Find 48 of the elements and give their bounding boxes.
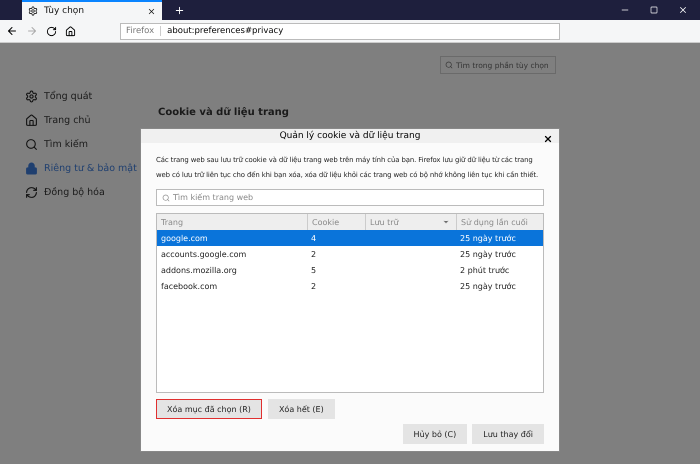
sidebar-item[interactable]: Đồng bộ hóa: [25, 186, 140, 199]
table-cell: 2: [311, 282, 316, 290]
search-field[interactable]: Tìm kiếm trang web: [156, 189, 544, 206]
home-icon: [25, 114, 38, 127]
section-title: Cookie và dữ liệu trang: [158, 107, 290, 118]
search-icon: [25, 138, 38, 151]
search-icon: [162, 194, 170, 202]
address-bar[interactable]: Firefox about:preferences#privacy: [120, 22, 560, 40]
sidebar-item[interactable]: Trang chủ: [25, 114, 140, 127]
table-cell: 2 phút trước: [460, 266, 510, 274]
table-cell: 25 ngày trước: [460, 282, 516, 290]
browser-tab[interactable]: Tùy chọn: [22, 0, 162, 20]
close-icon[interactable]: [147, 6, 156, 16]
dialog-button[interactable]: Hủy bỏ (C): [402, 424, 468, 444]
action-button[interactable]: Xóa mục đã chọn (R): [156, 399, 262, 419]
dialog-title: Quản lý cookie và dữ liệu trang: [280, 131, 420, 141]
reload-icon[interactable]: [46, 26, 57, 36]
dialog-button[interactable]: Lưu thay đổi: [472, 424, 544, 444]
table-cell: accounts.google.com: [161, 250, 246, 258]
sidebar-item[interactable]: Tổng quát: [25, 90, 140, 103]
table-row[interactable]: addons.mozilla.org 5 2 phút trước: [157, 262, 543, 278]
table-cell: 25 ngày trước: [460, 234, 516, 242]
new-tab-icon[interactable]: [174, 4, 185, 16]
table-cell: facebook.com: [161, 282, 218, 290]
home-icon[interactable]: [65, 26, 76, 36]
back-icon[interactable]: [6, 25, 18, 37]
search-icon: [445, 61, 453, 69]
sidebar-item[interactable]: Riêng tư & bảo mật: [25, 162, 140, 175]
maximize-icon[interactable]: [650, 6, 658, 14]
lock-icon: [25, 162, 38, 175]
close-icon[interactable]: [678, 5, 688, 15]
table-cell: addons.mozilla.org: [161, 266, 237, 274]
table-cell: 2: [311, 250, 316, 258]
sidebar-item[interactable]: Tìm kiếm: [25, 138, 140, 151]
gear-icon: [28, 6, 38, 16]
table-cell: 5: [311, 266, 316, 274]
gear-icon: [25, 90, 38, 103]
table-row[interactable]: facebook.com 2 25 ngày trước: [157, 278, 543, 294]
table-cell: google.com: [161, 234, 208, 242]
sort-icon: [442, 218, 450, 226]
action-button[interactable]: Xóa hết (E): [268, 399, 335, 419]
close-button[interactable]: [543, 134, 553, 144]
table-cell: 4: [311, 234, 316, 242]
table-cell: 25 ngày trước: [460, 250, 516, 258]
table-row[interactable]: accounts.google.com 2 25 ngày trước: [157, 246, 543, 262]
table-row[interactable]: google.com 4 25 ngày trước: [157, 230, 543, 246]
sync-icon: [25, 186, 38, 199]
column-header[interactable]: Trang: [157, 214, 307, 230]
